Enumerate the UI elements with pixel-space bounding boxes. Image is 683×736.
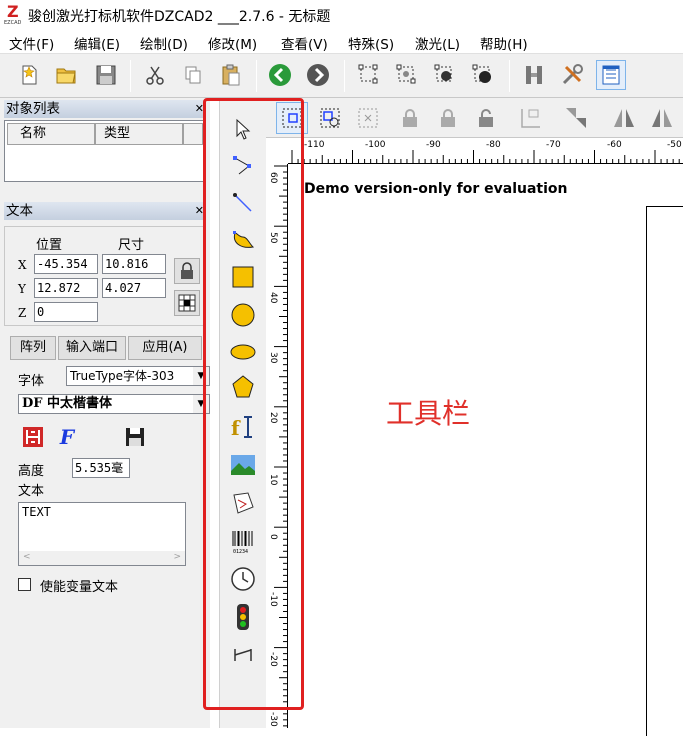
fill-node-icon[interactable]: [430, 60, 460, 90]
input-port-button[interactable]: 输入端口: [58, 336, 126, 360]
mirror-diag-icon[interactable]: [560, 102, 592, 134]
y-label: Y: [18, 282, 26, 296]
svg-text:Z: Z: [7, 3, 19, 21]
font-settings-icon[interactable]: [20, 424, 46, 450]
variable-text-checkbox[interactable]: [18, 578, 31, 591]
menu-modify[interactable]: 修改(M): [208, 33, 257, 53]
text-content-value: TEXT: [22, 505, 51, 519]
x-position-field[interactable]: -45.354: [34, 254, 98, 274]
array-button[interactable]: 阵列: [10, 336, 56, 360]
hruler-label: -60: [607, 140, 622, 150]
align-h-icon[interactable]: [519, 60, 549, 90]
x-label: X: [18, 258, 27, 272]
menu-file[interactable]: 文件(F): [9, 33, 54, 53]
paste-icon[interactable]: [216, 60, 246, 90]
y-position-field[interactable]: 12.872: [34, 278, 98, 298]
ball-node-icon[interactable]: [468, 60, 498, 90]
variable-text-label: 使能变量文本: [40, 580, 119, 595]
menu-bar: 文件(F) 编辑(E) 绘制(D) 修改(M) 查看(V) 特殊(S) 激光(L…: [0, 30, 683, 54]
mirror-h-icon[interactable]: [608, 102, 640, 134]
anchor-grid-icon[interactable]: [174, 290, 200, 316]
object-list-title: 对象列表: [6, 101, 60, 117]
tools-icon[interactable]: [557, 60, 587, 90]
property-panel: 对象列表 ✕ 名称 类型 文本 ✕ 位置 尺寸 X Y Z -45.354 10…: [0, 98, 210, 728]
column-type-header[interactable]: 类型: [95, 123, 183, 145]
lock-object-icon[interactable]: [394, 102, 426, 134]
window-title: 骏创激光打标机软件DZCAD2 ___2.7.6 - 无标题: [28, 9, 331, 25]
hruler-label: -110: [304, 140, 325, 150]
z-position-field[interactable]: 0: [34, 302, 98, 322]
app-logo: Z EZCAD: [4, 3, 24, 25]
font-style-icon[interactable]: F: [54, 424, 80, 450]
cut-icon[interactable]: [140, 60, 170, 90]
font-name-select[interactable]: DF 中太楷書体 ▼: [18, 394, 210, 414]
menu-edit[interactable]: 编辑(E): [74, 33, 120, 53]
node-edit-icon[interactable]: [392, 60, 422, 90]
horizontal-ruler: -110 -100 -90 -80 -70 -60 -50: [288, 138, 683, 164]
svg-text:EZCAD: EZCAD: [4, 20, 21, 25]
save-font-icon[interactable]: [122, 424, 148, 450]
open-folder-icon[interactable]: [51, 60, 81, 90]
font-name-value: DF 中太楷書体: [22, 396, 113, 411]
x-size-field[interactable]: 10.816: [102, 254, 166, 274]
menu-help[interactable]: 帮助(H): [480, 33, 528, 53]
y-size-field[interactable]: 4.027: [102, 278, 166, 298]
demo-watermark: Demo version-only for evaluation: [304, 181, 568, 197]
height-field[interactable]: 5.535毫: [72, 458, 130, 478]
height-label: 高度: [18, 464, 45, 479]
text-content-area[interactable]: TEXT < >: [18, 502, 186, 566]
z-label: Z: [18, 306, 27, 320]
column-name-header[interactable]: 名称: [7, 123, 95, 145]
chevron-left-icon[interactable]: <: [23, 552, 31, 562]
new-file-icon[interactable]: [14, 60, 44, 90]
title-bar: Z EZCAD 骏创激光打标机软件DZCAD2 ___2.7.6 - 无标题: [0, 0, 683, 30]
hruler-label: -90: [426, 140, 441, 150]
menu-special[interactable]: 特殊(S): [348, 33, 394, 53]
coordinate-icon[interactable]: [514, 102, 546, 134]
vruler-label: -30: [268, 712, 278, 727]
hruler-label: -70: [546, 140, 561, 150]
save-icon[interactable]: [91, 60, 121, 90]
node-select-icon[interactable]: [354, 60, 384, 90]
object-list-header: 对象列表 ✕: [4, 100, 206, 118]
lock-all-icon[interactable]: [432, 102, 464, 134]
toolbar-annotation: 工具栏: [386, 397, 471, 430]
font-label: 字体: [18, 374, 45, 389]
ungroup-icon[interactable]: [352, 102, 384, 134]
redo-icon[interactable]: [303, 60, 333, 90]
position-label: 位置: [36, 238, 63, 253]
main-toolbar: [0, 54, 683, 98]
lock-icon[interactable]: [174, 258, 200, 284]
toolbar-highlight-box: [203, 98, 304, 710]
menu-view[interactable]: 查看(V): [281, 33, 328, 53]
chevron-right-icon[interactable]: >: [173, 552, 181, 562]
apply-button[interactable]: 应用(A): [128, 336, 202, 360]
hruler-label: -50: [667, 140, 682, 150]
list-view-icon[interactable]: [596, 60, 626, 90]
mirror-v-icon[interactable]: [646, 102, 678, 134]
text-panel-header: 文本 ✕: [4, 202, 206, 220]
font-type-select[interactable]: TrueType字体-303 ▼: [66, 366, 210, 386]
copy-icon[interactable]: [178, 60, 208, 90]
work-area-boundary: [646, 206, 683, 736]
text-panel-title: 文本: [6, 203, 33, 219]
object-list[interactable]: 名称 类型: [4, 120, 206, 182]
object-toolbar: [266, 98, 683, 138]
horizontal-scrollbar[interactable]: < >: [19, 551, 185, 565]
size-label: 尺寸: [118, 238, 145, 253]
hruler-label: -80: [486, 140, 501, 150]
menu-draw[interactable]: 绘制(D): [140, 33, 188, 53]
font-type-value: TrueType字体-303: [70, 369, 175, 383]
hruler-label: -100: [365, 140, 386, 150]
menu-laser[interactable]: 激光(L): [415, 33, 460, 53]
undo-icon[interactable]: [265, 60, 295, 90]
rotate-select-icon[interactable]: [314, 102, 346, 134]
unlock-object-icon[interactable]: [470, 102, 502, 134]
text-label: 文本: [18, 484, 45, 499]
